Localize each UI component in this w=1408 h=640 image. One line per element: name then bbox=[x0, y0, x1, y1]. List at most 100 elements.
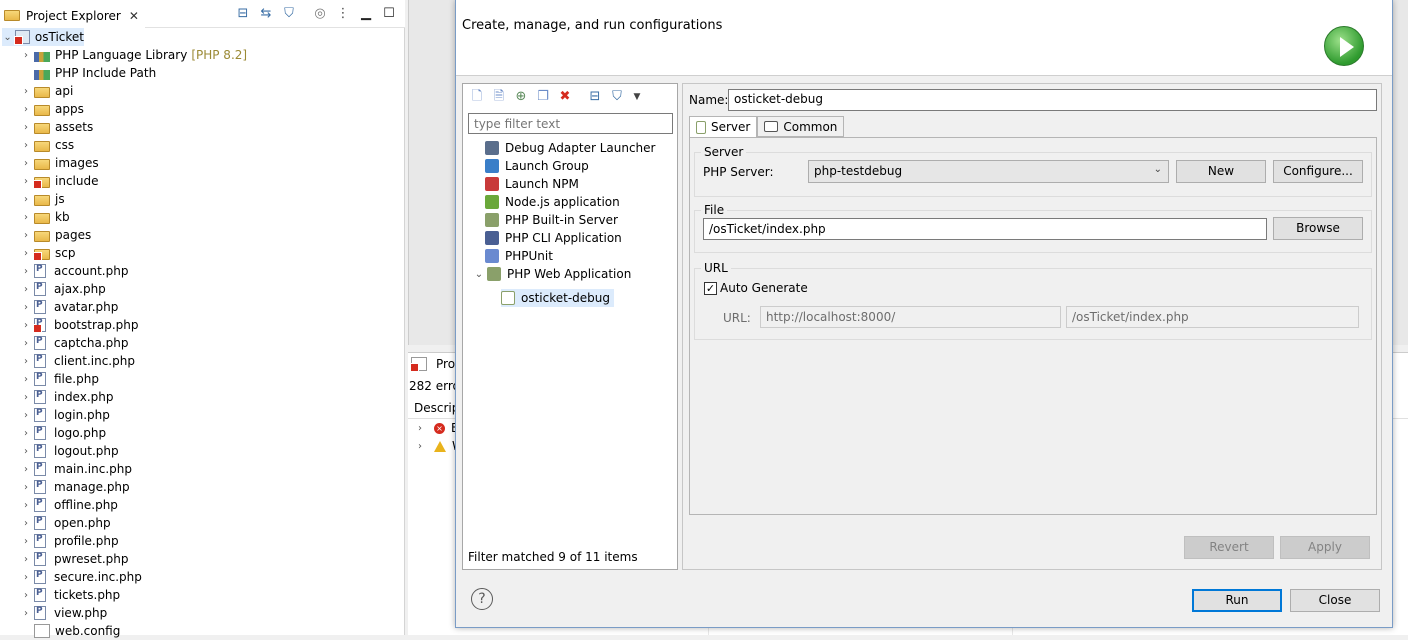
chevron-right-icon[interactable]: › bbox=[20, 104, 32, 115]
problems-row-errors[interactable]: › × E bbox=[414, 419, 459, 437]
chevron-right-icon[interactable]: › bbox=[20, 572, 32, 583]
chevron-right-icon[interactable]: › bbox=[20, 554, 32, 565]
filter-icon[interactable]: ⛉ bbox=[609, 89, 625, 105]
auto-generate-checkbox[interactable]: ✓ bbox=[704, 282, 717, 295]
tree-item[interactable]: › ajax.php bbox=[20, 280, 106, 298]
new-prototype-icon[interactable]: 🗎 bbox=[491, 89, 507, 105]
configuration-type[interactable]: PHP CLI Application bbox=[485, 229, 622, 247]
run-button[interactable]: Run bbox=[1192, 589, 1282, 612]
tree-item[interactable]: › kb bbox=[20, 208, 70, 226]
tree-item[interactable]: › pwreset.php bbox=[20, 550, 128, 568]
chevron-right-icon[interactable]: › bbox=[20, 158, 32, 169]
filter-icon[interactable]: ⛉ bbox=[281, 6, 297, 22]
export-icon[interactable]: ⊕ bbox=[513, 89, 529, 105]
chevron-right-icon[interactable]: › bbox=[20, 338, 32, 349]
configuration-type[interactable]: Launch Group bbox=[485, 157, 589, 175]
chevron-right-icon[interactable]: › bbox=[20, 608, 32, 619]
tree-item[interactable]: › login.php bbox=[20, 406, 110, 424]
url-base-input[interactable]: http://localhost:8000/ bbox=[760, 306, 1061, 328]
tree-item[interactable]: › open.php bbox=[20, 514, 111, 532]
tree-item[interactable]: › logo.php bbox=[20, 424, 106, 442]
duplicate-icon[interactable]: ❐ bbox=[535, 89, 551, 105]
maximize-icon[interactable]: ☐ bbox=[381, 6, 397, 22]
chevron-right-icon[interactable]: › bbox=[20, 536, 32, 547]
view-menu-icon[interactable]: ⋮ bbox=[335, 6, 351, 22]
php-server-select[interactable]: php-testdebug ⌄ bbox=[808, 160, 1169, 183]
name-input[interactable]: osticket-debug bbox=[728, 89, 1377, 111]
chevron-right-icon[interactable]: › bbox=[20, 590, 32, 601]
tree-item[interactable]: › PHP Language Library [PHP 8.2] bbox=[20, 46, 247, 64]
minimize-icon[interactable]: ▁ bbox=[358, 6, 374, 22]
chevron-right-icon[interactable]: › bbox=[20, 122, 32, 133]
chevron-right-icon[interactable]: › bbox=[20, 248, 32, 259]
tab-server[interactable]: Server bbox=[689, 116, 758, 138]
chevron-right-icon[interactable]: › bbox=[20, 428, 32, 439]
tree-item[interactable]: › bootstrap.php bbox=[20, 316, 139, 334]
chevron-right-icon[interactable]: › bbox=[20, 176, 32, 187]
chevron-right-icon[interactable]: › bbox=[20, 446, 32, 457]
tree-item[interactable]: › css bbox=[20, 136, 74, 154]
collapse-all-icon[interactable]: ⊟ bbox=[587, 89, 603, 105]
configuration-type[interactable]: PHP Built-in Server bbox=[485, 211, 618, 229]
tree-item[interactable]: › secure.inc.php bbox=[20, 568, 142, 586]
tree-item[interactable]: › account.php bbox=[20, 262, 128, 280]
chevron-right-icon[interactable]: › bbox=[414, 441, 426, 452]
tree-item[interactable]: › file.php bbox=[20, 370, 99, 388]
chevron-right-icon[interactable]: › bbox=[20, 302, 32, 313]
chevron-right-icon[interactable]: › bbox=[20, 392, 32, 403]
configure-server-button[interactable]: Configure... bbox=[1273, 160, 1363, 183]
chevron-right-icon[interactable]: › bbox=[20, 86, 32, 97]
tree-item[interactable]: › assets bbox=[20, 118, 93, 136]
chevron-right-icon[interactable]: › bbox=[20, 320, 32, 331]
new-configuration-icon[interactable]: 🗋 bbox=[469, 89, 485, 105]
chevron-right-icon[interactable]: › bbox=[20, 518, 32, 529]
tree-item[interactable]: › include bbox=[20, 172, 98, 190]
tree-item[interactable]: › scp bbox=[20, 244, 75, 262]
help-icon[interactable]: ? bbox=[471, 588, 493, 610]
tree-item[interactable]: › profile.php bbox=[20, 532, 119, 550]
tree-item[interactable]: › apps bbox=[20, 100, 84, 118]
tree-item[interactable]: › avatar.php bbox=[20, 298, 118, 316]
configuration-type[interactable]: Launch NPM bbox=[485, 175, 579, 193]
chevron-down-icon[interactable]: ▼ bbox=[629, 89, 645, 105]
configuration-type[interactable]: ⌄ PHP Web Application bbox=[473, 265, 631, 283]
chevron-down-icon[interactable]: ⌄ bbox=[2, 32, 13, 43]
chevron-right-icon[interactable]: › bbox=[20, 140, 32, 151]
chevron-right-icon[interactable]: › bbox=[20, 356, 32, 367]
configuration-type[interactable]: PHPUnit bbox=[485, 247, 553, 265]
tree-item[interactable]: › tickets.php bbox=[20, 586, 120, 604]
tree-item[interactable]: › js bbox=[20, 190, 65, 208]
chevron-right-icon[interactable]: › bbox=[20, 410, 32, 421]
filter-input[interactable] bbox=[468, 113, 673, 134]
tree-item[interactable]: › captcha.php bbox=[20, 334, 128, 352]
close-button[interactable]: Close bbox=[1290, 589, 1380, 612]
configuration-type[interactable]: Debug Adapter Launcher bbox=[485, 139, 655, 157]
project-explorer-tab[interactable]: Project Explorer ✕ bbox=[0, 3, 145, 28]
chevron-right-icon[interactable]: › bbox=[20, 284, 32, 295]
file-input[interactable]: /osTicket/index.php bbox=[703, 218, 1267, 240]
chevron-right-icon[interactable]: › bbox=[20, 194, 32, 205]
tree-item[interactable]: › manage.php bbox=[20, 478, 130, 496]
chevron-right-icon[interactable]: › bbox=[20, 482, 32, 493]
tree-item[interactable]: › logout.php bbox=[20, 442, 119, 460]
new-server-button[interactable]: New bbox=[1176, 160, 1266, 183]
tab-common[interactable]: Common bbox=[757, 116, 845, 137]
chevron-right-icon[interactable]: › bbox=[20, 464, 32, 475]
browse-button[interactable]: Browse bbox=[1273, 217, 1363, 240]
configuration-type[interactable]: Node.js application bbox=[485, 193, 620, 211]
apply-button[interactable]: Apply bbox=[1280, 536, 1370, 559]
tree-item[interactable]: › api bbox=[20, 82, 73, 100]
collapse-all-icon[interactable]: ⊟ bbox=[235, 6, 251, 22]
chevron-right-icon[interactable]: › bbox=[414, 423, 426, 434]
tree-item[interactable]: web.config bbox=[20, 622, 120, 640]
chevron-right-icon[interactable]: › bbox=[20, 50, 32, 61]
tree-item[interactable]: › pages bbox=[20, 226, 91, 244]
tree-item[interactable]: › view.php bbox=[20, 604, 107, 622]
configuration-osticket-debug[interactable]: osticket-debug bbox=[501, 289, 615, 307]
chevron-right-icon[interactable]: › bbox=[20, 266, 32, 277]
tree-item[interactable]: › main.inc.php bbox=[20, 460, 132, 478]
chevron-down-icon[interactable]: ⌄ bbox=[473, 269, 485, 280]
tree-item[interactable]: PHP Include Path bbox=[20, 64, 156, 82]
chevron-right-icon[interactable]: › bbox=[20, 230, 32, 241]
link-with-editor-icon[interactable]: ⇆ bbox=[258, 6, 274, 22]
